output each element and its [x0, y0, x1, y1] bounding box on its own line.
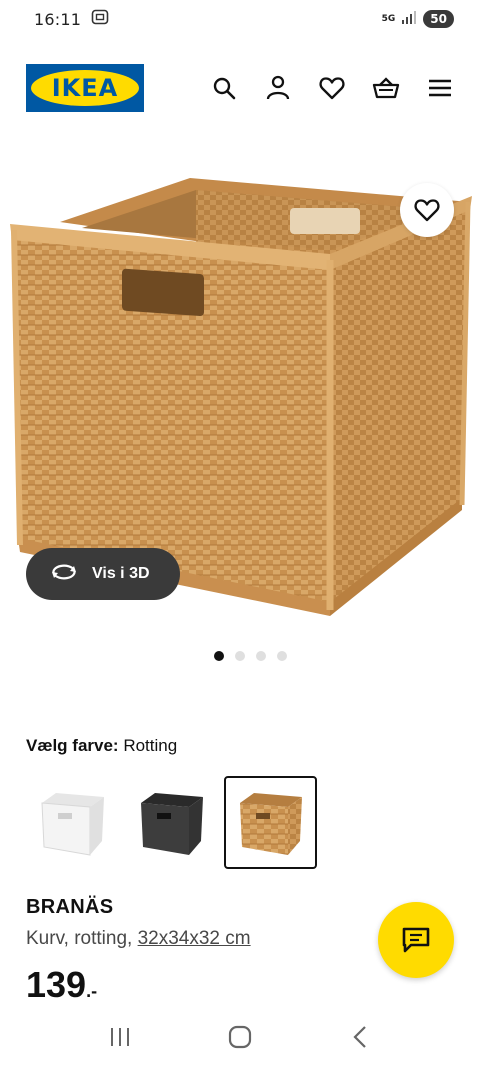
rotate-3d-icon	[50, 562, 78, 587]
carousel-dots	[0, 651, 480, 661]
status-bar: 16:11 5G 50	[0, 0, 480, 38]
chat-icon	[402, 927, 430, 953]
swatch-rattan[interactable]	[224, 776, 317, 869]
view-3d-button[interactable]: Vis i 3D	[26, 548, 180, 600]
header: IKEA	[0, 38, 480, 138]
status-time: 16:11	[34, 9, 82, 29]
back-icon[interactable]	[340, 1017, 380, 1057]
product-name: BRANÄS	[26, 896, 114, 918]
logo-text: IKEA	[51, 74, 119, 102]
battery-badge: 50	[423, 10, 454, 28]
carousel-dot[interactable]	[234, 651, 245, 661]
logo-oval: IKEA	[31, 70, 139, 106]
menu-icon[interactable]	[426, 74, 454, 102]
search-icon[interactable]	[210, 74, 238, 102]
carousel-dot[interactable]	[213, 651, 224, 661]
price-value: 139	[26, 964, 87, 1005]
carousel-dot[interactable]	[276, 651, 287, 661]
product-dimensions-link[interactable]: 32x34x32 cm	[138, 928, 251, 949]
android-nav-bar	[0, 1007, 480, 1067]
header-icons	[210, 74, 454, 102]
recents-icon[interactable]	[100, 1017, 140, 1057]
home-icon[interactable]	[220, 1017, 260, 1057]
ikea-logo[interactable]: IKEA	[26, 64, 144, 112]
chat-button[interactable]	[378, 902, 454, 978]
heart-icon	[414, 199, 440, 222]
carousel-dot[interactable]	[255, 651, 266, 661]
color-picker-label: Vælg farve: Rotting	[26, 736, 177, 756]
user-icon[interactable]	[264, 74, 292, 102]
color-label-prefix: Vælg farve:	[26, 736, 119, 755]
swatch-dark-grey[interactable]	[125, 776, 218, 869]
product-description: Kurv, rotting, 32x34x32 cm	[26, 928, 251, 950]
swatch-white[interactable]	[26, 776, 119, 869]
product-desc-text: Kurv, rotting,	[26, 928, 138, 949]
signal-icon	[401, 10, 417, 29]
color-swatches	[26, 776, 317, 869]
price-suffix: .-	[86, 981, 98, 1001]
heart-icon[interactable]	[318, 74, 346, 102]
network-label: 5G	[381, 13, 396, 24]
screenshot-icon	[91, 9, 109, 29]
basket-icon[interactable]	[372, 74, 400, 102]
view-3d-label: Vis i 3D	[92, 565, 150, 582]
add-to-favorites-button[interactable]	[400, 183, 454, 237]
color-selected-value: Rotting	[123, 736, 178, 755]
product-price: 139.-	[26, 964, 97, 1006]
